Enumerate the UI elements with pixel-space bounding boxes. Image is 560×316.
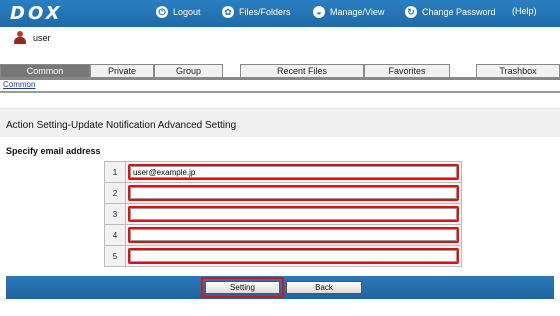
nav-files-folders[interactable]: ✿ Files/Folders: [222, 6, 291, 18]
email-input-2[interactable]: [130, 187, 457, 199]
row-number: 5: [104, 245, 126, 267]
user-info: user: [14, 31, 51, 45]
table-row: 4: [104, 224, 462, 246]
user-avatar-icon: [14, 31, 26, 45]
nav-manage-view-label: Manage/View: [330, 7, 385, 17]
highlight-frame: [128, 185, 459, 201]
nav-help[interactable]: (Help): [512, 6, 537, 16]
setting-button[interactable]: Setting: [205, 281, 280, 294]
dox-logo[interactable]: DOX: [10, 3, 62, 24]
highlight-frame: [128, 206, 459, 222]
breadcrumb-common[interactable]: Common: [3, 80, 35, 89]
nav-help-label: Help: [515, 6, 534, 16]
table-row: 1: [104, 161, 462, 183]
change-password-icon: ↻: [405, 6, 417, 18]
row-number: 4: [104, 224, 126, 246]
tab-favorites[interactable]: Favorites: [364, 64, 450, 77]
user-name: user: [33, 33, 51, 43]
email-input-1[interactable]: [130, 166, 457, 178]
back-button[interactable]: Back: [286, 281, 362, 294]
manage-view-icon: ◒: [313, 6, 325, 18]
logout-icon: ⏻: [156, 6, 168, 18]
email-input-3[interactable]: [130, 208, 457, 220]
tab-trashbox[interactable]: Trashbox: [476, 64, 560, 77]
nav-change-password[interactable]: ↻ Change Password: [405, 6, 496, 18]
nav-logout-label: Logout: [173, 7, 201, 17]
nav-manage-view[interactable]: ◒ Manage/View: [313, 6, 384, 18]
tab-private[interactable]: Private: [90, 64, 154, 77]
email-address-table: 1 2 3 4 5: [104, 161, 462, 267]
tab-recent-files[interactable]: Recent Files: [240, 64, 364, 77]
highlight-frame: [128, 248, 459, 264]
tab-group[interactable]: Group: [154, 64, 223, 77]
table-row: 5: [104, 245, 462, 267]
nav-change-password-label: Change Password: [422, 7, 496, 17]
nav-logout[interactable]: ⏻ Logout: [156, 6, 201, 18]
highlight-frame: [128, 227, 459, 243]
row-number: 2: [104, 182, 126, 204]
highlight-frame: [128, 164, 459, 180]
files-folders-icon: ✿: [222, 6, 234, 18]
row-number: 1: [104, 161, 126, 183]
folder-tabs: Common Private Group Recent Files Favori…: [0, 64, 560, 78]
email-input-5[interactable]: [130, 250, 457, 262]
email-input-4[interactable]: [130, 229, 457, 241]
row-number: 3: [104, 203, 126, 225]
tab-underline: [0, 77, 560, 80]
top-header-bar: DOX ⏻ Logout ✿ Files/Folders ◒ Manage/Vi…: [0, 0, 560, 27]
table-row: 2: [104, 182, 462, 204]
table-row: 3: [104, 203, 462, 225]
tab-common[interactable]: Common: [0, 64, 90, 77]
section-subtitle: Specify email address: [6, 146, 101, 156]
divider: [0, 91, 560, 93]
nav-files-folders-label: Files/Folders: [239, 7, 291, 17]
page-title: Action Setting-Update Notification Advan…: [6, 120, 237, 131]
